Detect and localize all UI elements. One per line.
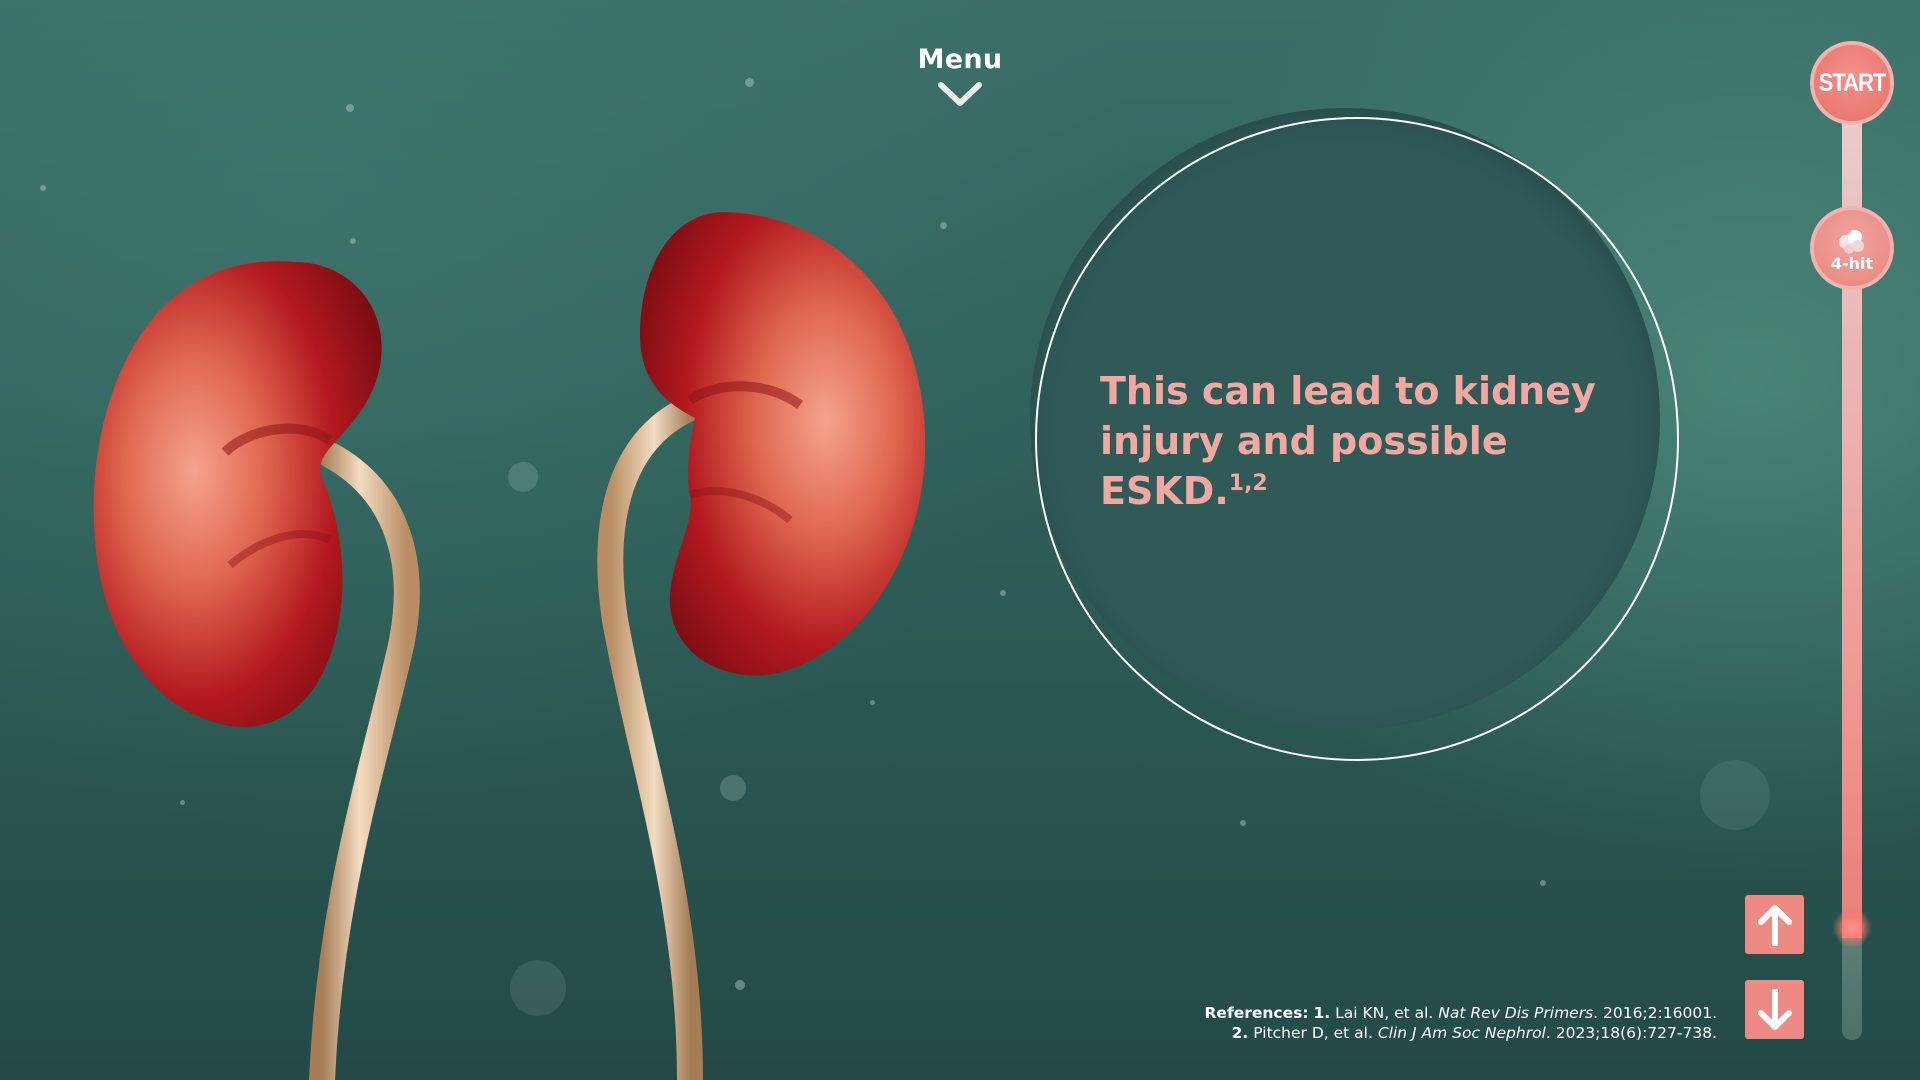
menu-label: Menu <box>917 44 1003 75</box>
dust-particle <box>1000 590 1006 596</box>
reference-2: 2. Pitcher D, et al. Clin J Am Soc Nephr… <box>1017 1023 1717 1043</box>
reference-2-journal: Clin J Am Soc Nephrol <box>1377 1024 1546 1042</box>
right-ureter <box>597 395 703 1080</box>
progress-indicator[interactable] <box>1832 908 1872 949</box>
chevron-down-icon <box>938 82 982 106</box>
start-node-button[interactable]: START <box>1810 41 1894 125</box>
info-line-1: This can lead to kidney <box>1100 369 1596 413</box>
info-line-2: injury and possible ESKD. <box>1100 419 1508 513</box>
reference-2-number: 2. <box>1231 1024 1249 1042</box>
kidneys-illustration <box>93 212 926 1080</box>
reference-1: References: 1. Lai KN, et al. Nat Rev Di… <box>1017 1003 1718 1023</box>
four-hit-node-button[interactable]: 4-hit <box>1810 206 1894 290</box>
dust-particle <box>1540 880 1546 886</box>
dust-particle <box>1240 820 1246 826</box>
reference-2-authors: Pitcher D, et al. <box>1253 1024 1373 1042</box>
menu-button[interactable]: Menu <box>900 44 1020 109</box>
references: References: 1. Lai KN, et al. Nat Rev Di… <box>1017 1003 1718 1043</box>
reference-1-journal: Nat Rev Dis Primers <box>1438 1004 1594 1022</box>
reference-1-number: 1. <box>1313 1004 1331 1022</box>
next-button[interactable] <box>1745 980 1804 1039</box>
left-kidney <box>93 261 382 727</box>
arrow-down-icon <box>1757 988 1792 1030</box>
info-citation: 1,2 <box>1228 471 1268 496</box>
reference-1-detail: . 2016;2:16001. <box>1593 1004 1717 1022</box>
scene-background: Menu This can lead to kidney injury and … <box>0 0 1920 1080</box>
references-heading: References: <box>1204 1004 1309 1022</box>
start-label: START <box>1818 68 1887 97</box>
info-message: This can lead to kidney injury and possi… <box>1100 366 1660 516</box>
reference-2-detail: . 2023;18(6):727-738. <box>1545 1024 1717 1042</box>
dust-particle <box>1700 760 1770 830</box>
molecule-cluster-icon <box>1839 229 1864 254</box>
four-hit-label: 4-hit <box>1830 253 1874 273</box>
previous-button[interactable] <box>1745 895 1804 954</box>
progress-track-remaining <box>1842 938 1862 1040</box>
arrow-up-icon <box>1757 904 1792 946</box>
right-kidney <box>640 212 926 676</box>
reference-1-authors: Lai KN, et al. <box>1335 1004 1434 1022</box>
